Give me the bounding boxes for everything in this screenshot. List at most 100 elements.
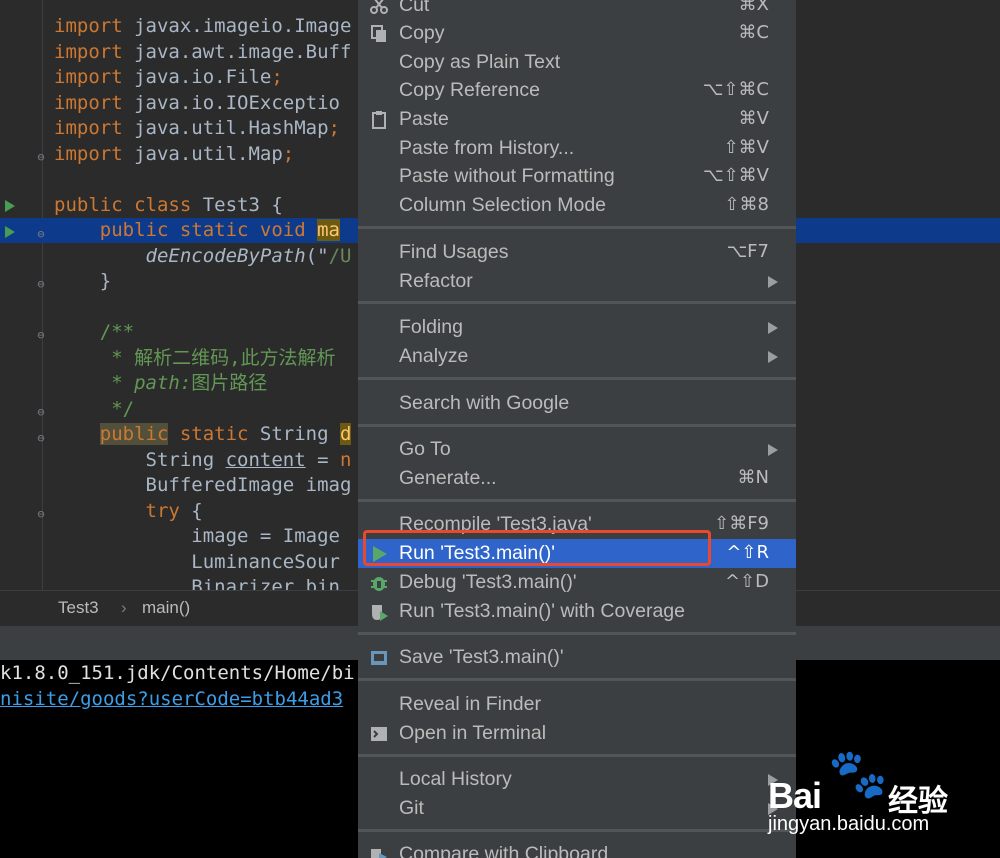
- submenu-arrow-icon: [768, 351, 778, 363]
- run-gutter-icon[interactable]: [5, 226, 15, 238]
- menu-item-label: Local History: [399, 768, 512, 790]
- fold-icon[interactable]: ⊖: [35, 508, 47, 520]
- menu-separator: [358, 829, 796, 832]
- menu-item-run-test3-main-with-coverage[interactable]: Run 'Test3.main()' with Coverage: [358, 597, 796, 626]
- menu-item-shortcut: ⌥⇧⌘V: [702, 165, 769, 186]
- menu-item-open-in-terminal[interactable]: Open in Terminal: [358, 719, 796, 748]
- fold-icon[interactable]: ⊖: [35, 278, 47, 290]
- menu-item-analyze[interactable]: Analyze: [358, 342, 796, 371]
- code-token: image = Image: [54, 525, 340, 547]
- menu-item-column-selection-mode[interactable]: Column Selection Mode ⇧⌘8: [358, 191, 796, 220]
- code-text: */: [54, 397, 134, 422]
- menu-item-label: Copy: [399, 22, 445, 44]
- menu-item-label: Copy Reference: [399, 79, 540, 101]
- fold-icon[interactable]: ⊖: [35, 329, 47, 341]
- menu-item-label: Git: [399, 797, 424, 819]
- debug-icon: [369, 573, 389, 593]
- code-token: try: [145, 499, 192, 522]
- menu-item-copy-reference[interactable]: Copy Reference ⌥⇧⌘C: [358, 76, 796, 105]
- code-token: java.io.IOExceptio: [134, 91, 340, 114]
- code-text: * 解析二维码,此方法解析: [54, 346, 335, 371]
- code-token: ;: [328, 117, 340, 139]
- code-token: }: [54, 270, 112, 292]
- menu-item-git[interactable]: Git: [358, 794, 796, 823]
- code-token: public: [99, 423, 169, 445]
- breadcrumb-class[interactable]: Test3: [58, 598, 99, 618]
- code-token: ma: [317, 219, 340, 241]
- menu-separator: [358, 377, 796, 380]
- menu-item-label: Paste: [399, 108, 449, 130]
- menu-item-find-usages[interactable]: Find Usages ⌥F7: [358, 238, 796, 267]
- code-text: String content = n: [54, 448, 352, 473]
- menu-item-label: Search with Google: [399, 392, 570, 414]
- code-token: static: [168, 423, 260, 445]
- menu-separator: [358, 499, 796, 502]
- menu-item-label: Go To: [399, 438, 451, 460]
- code-token: Binarizer bin: [54, 576, 340, 590]
- code-token: {: [191, 499, 203, 522]
- code-token: import: [54, 91, 135, 114]
- code-text: BufferedImage imag: [54, 473, 352, 498]
- menu-item-cut[interactable]: Cut ⌘X: [358, 0, 796, 20]
- menu-item-shortcut: ^⇧D: [724, 571, 769, 592]
- code-token: LuminanceSour: [54, 550, 340, 573]
- code-text: import java.util.Map;: [54, 142, 294, 167]
- menu-item-go-to[interactable]: Go To: [358, 435, 796, 464]
- code-token: content: [225, 448, 306, 471]
- menu-item-paste-from-history[interactable]: Paste from History... ⇧⌘V: [358, 134, 796, 163]
- menu-item-paste-without-formatting[interactable]: Paste without Formatting ⌥⇧⌘V: [358, 162, 796, 191]
- code-text: Binarizer bin: [54, 575, 340, 590]
- menu-item-local-history[interactable]: Local History: [358, 765, 796, 794]
- code-token: java.util.Map: [134, 142, 283, 165]
- code-text: import java.util.HashMap;: [54, 116, 340, 141]
- menu-item-label: Cut: [399, 0, 430, 16]
- highlight-annotation: [363, 530, 711, 566]
- fold-icon[interactable]: ⊖: [35, 151, 47, 163]
- code-token: String: [259, 423, 340, 445]
- console-link[interactable]: nisite/goods?userCode=btb44ad3: [0, 686, 343, 712]
- menu-item-label: Compare with Clipboard: [399, 843, 609, 858]
- menu-item-label: Folding: [399, 316, 463, 338]
- menu-item-debug-test3-main[interactable]: Debug 'Test3.main()' ^⇧D: [358, 568, 796, 597]
- menu-item-copy[interactable]: Copy ⌘C: [358, 19, 796, 48]
- menu-item-compare-with-clipboard[interactable]: Compare with Clipboard: [358, 840, 796, 858]
- menu-item-label: Analyze: [399, 345, 469, 367]
- code-token: d: [340, 423, 352, 445]
- menu-item-save-test3-main[interactable]: Save 'Test3.main()': [358, 643, 796, 672]
- breadcrumb-separator-icon: ›: [121, 598, 127, 617]
- code-token: ;: [282, 142, 295, 165]
- baidu-watermark: Bai 🐾 经验 jingyan.baidu.com: [768, 745, 968, 845]
- breadcrumb-method[interactable]: main(): [142, 598, 190, 618]
- code-text: try {: [54, 499, 203, 524]
- run-gutter-icon[interactable]: [5, 200, 15, 212]
- menu-item-label: Column Selection Mode: [399, 194, 607, 216]
- fold-icon[interactable]: ⊖: [35, 432, 47, 444]
- code-token: n: [340, 448, 352, 471]
- menu-item-copy-as-plain-text[interactable]: Copy as Plain Text: [358, 48, 796, 77]
- code-token: import: [54, 142, 135, 165]
- code-token: import: [54, 40, 135, 63]
- compare-icon: [369, 845, 389, 858]
- menu-item-label: Paste without Formatting: [399, 165, 615, 187]
- menu-item-reveal-in-finder[interactable]: Reveal in Finder: [358, 690, 796, 719]
- menu-item-refactor[interactable]: Refactor: [358, 267, 796, 296]
- menu-item-search-with-google[interactable]: Search with Google: [358, 389, 796, 418]
- menu-item-generate[interactable]: Generate... ⌘N: [358, 464, 796, 493]
- menu-item-shortcut: ⇧⌘8: [724, 194, 769, 215]
- fold-icon[interactable]: ⊖: [35, 406, 47, 418]
- code-token: java.util.HashMap: [134, 117, 329, 139]
- menu-item-shortcut: ⌥F7: [726, 241, 769, 262]
- fold-icon[interactable]: ⊖: [35, 228, 47, 240]
- menu-item-shortcut: ⌘C: [738, 22, 769, 43]
- code-text: public static void ma: [54, 218, 340, 243]
- code-token: import: [54, 66, 135, 88]
- menu-item-label: Paste from History...: [399, 137, 575, 159]
- menu-item-paste[interactable]: Paste ⌘V: [358, 105, 796, 134]
- menu-item-folding[interactable]: Folding: [358, 313, 796, 342]
- menu-item-label: Debug 'Test3.main()': [399, 571, 577, 593]
- code-token: =: [305, 448, 340, 471]
- code-text: }: [54, 269, 111, 294]
- menu-item-label: Save 'Test3.main()': [399, 646, 564, 668]
- copy-icon: [369, 24, 389, 44]
